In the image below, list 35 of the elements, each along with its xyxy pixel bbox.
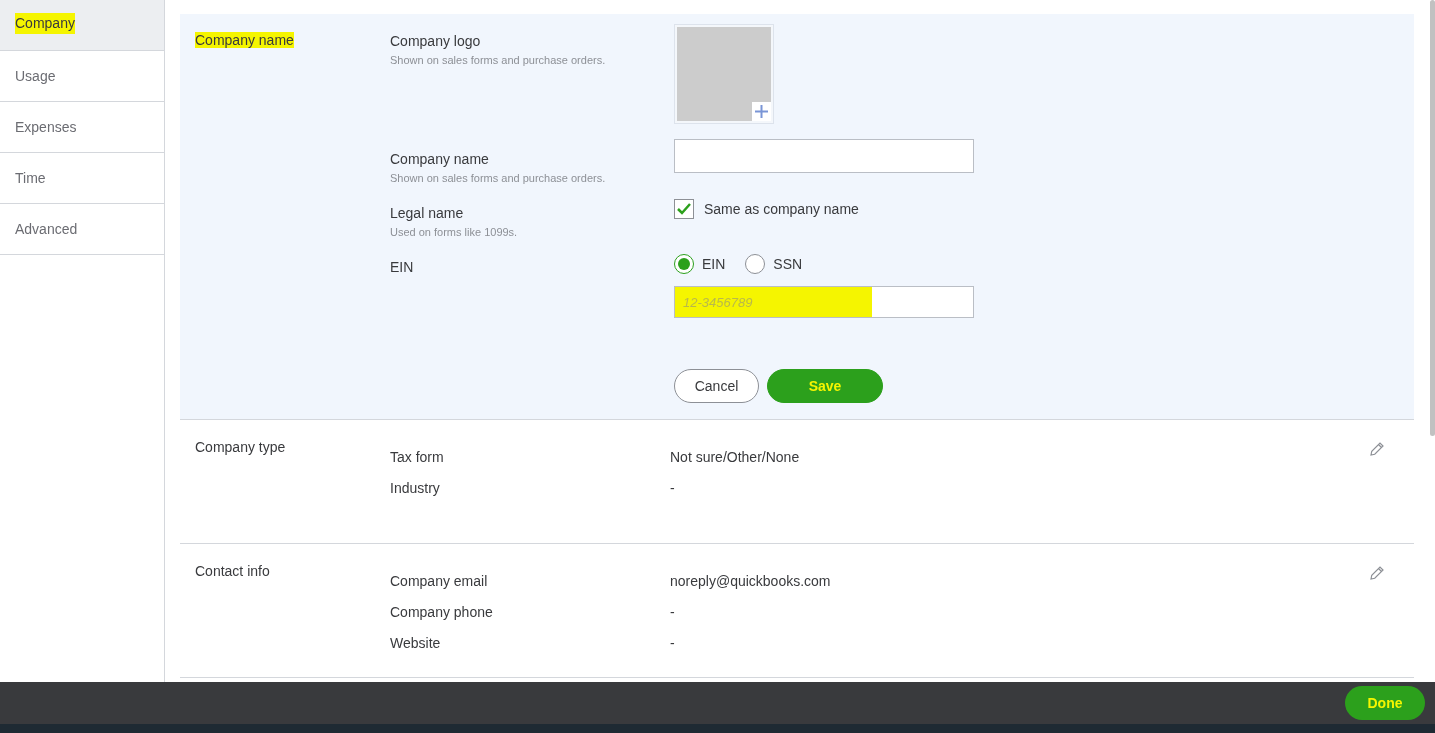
checkbox-label: Same as company name	[704, 199, 859, 219]
field-hint: Shown on sales forms and purchase orders.	[390, 53, 607, 68]
checkbox[interactable]	[674, 199, 694, 219]
field-label: EIN	[390, 259, 414, 275]
row-label: Website	[390, 634, 442, 651]
section-title: Company name	[195, 32, 294, 48]
row-value: noreply@quickbooks.com	[670, 572, 831, 589]
check-icon	[676, 202, 692, 216]
done-button[interactable]: Done	[1345, 686, 1425, 720]
cancel-button[interactable]: Cancel	[674, 369, 759, 403]
field-hint: Shown on sales forms and purchase orders.	[390, 171, 607, 186]
edit-pencil-icon[interactable]	[1368, 564, 1386, 582]
radio-option[interactable]: SSN	[745, 253, 803, 275]
field-label: Company logo	[390, 32, 482, 51]
ein-field[interactable]: 12-3456789	[674, 286, 974, 318]
radio-option[interactable]: EIN	[674, 253, 726, 275]
edit-pencil-icon[interactable]	[1368, 440, 1386, 458]
row-value: -	[670, 479, 675, 496]
field-label: Legal name	[390, 204, 465, 223]
field-hint: Used on forms like 1099s.	[390, 225, 519, 240]
row-label: Company email	[390, 572, 489, 589]
section-title: Contact info	[195, 563, 270, 579]
row-value: -	[670, 603, 675, 620]
row-label: Tax form	[390, 448, 445, 465]
scrollbar[interactable]	[1430, 0, 1435, 436]
field-label: Company name	[390, 150, 490, 169]
save-button[interactable]: Save	[767, 369, 883, 403]
company-name-field[interactable]	[674, 139, 974, 173]
row-label: Industry	[390, 479, 441, 496]
sidebar-item[interactable]: Company	[0, 0, 164, 51]
section-title: Company type	[195, 439, 286, 455]
row-label: Company phone	[390, 603, 494, 620]
plus-icon	[752, 102, 771, 121]
row-value: -	[670, 634, 675, 651]
row-value: Not sure/Other/None	[670, 448, 800, 465]
